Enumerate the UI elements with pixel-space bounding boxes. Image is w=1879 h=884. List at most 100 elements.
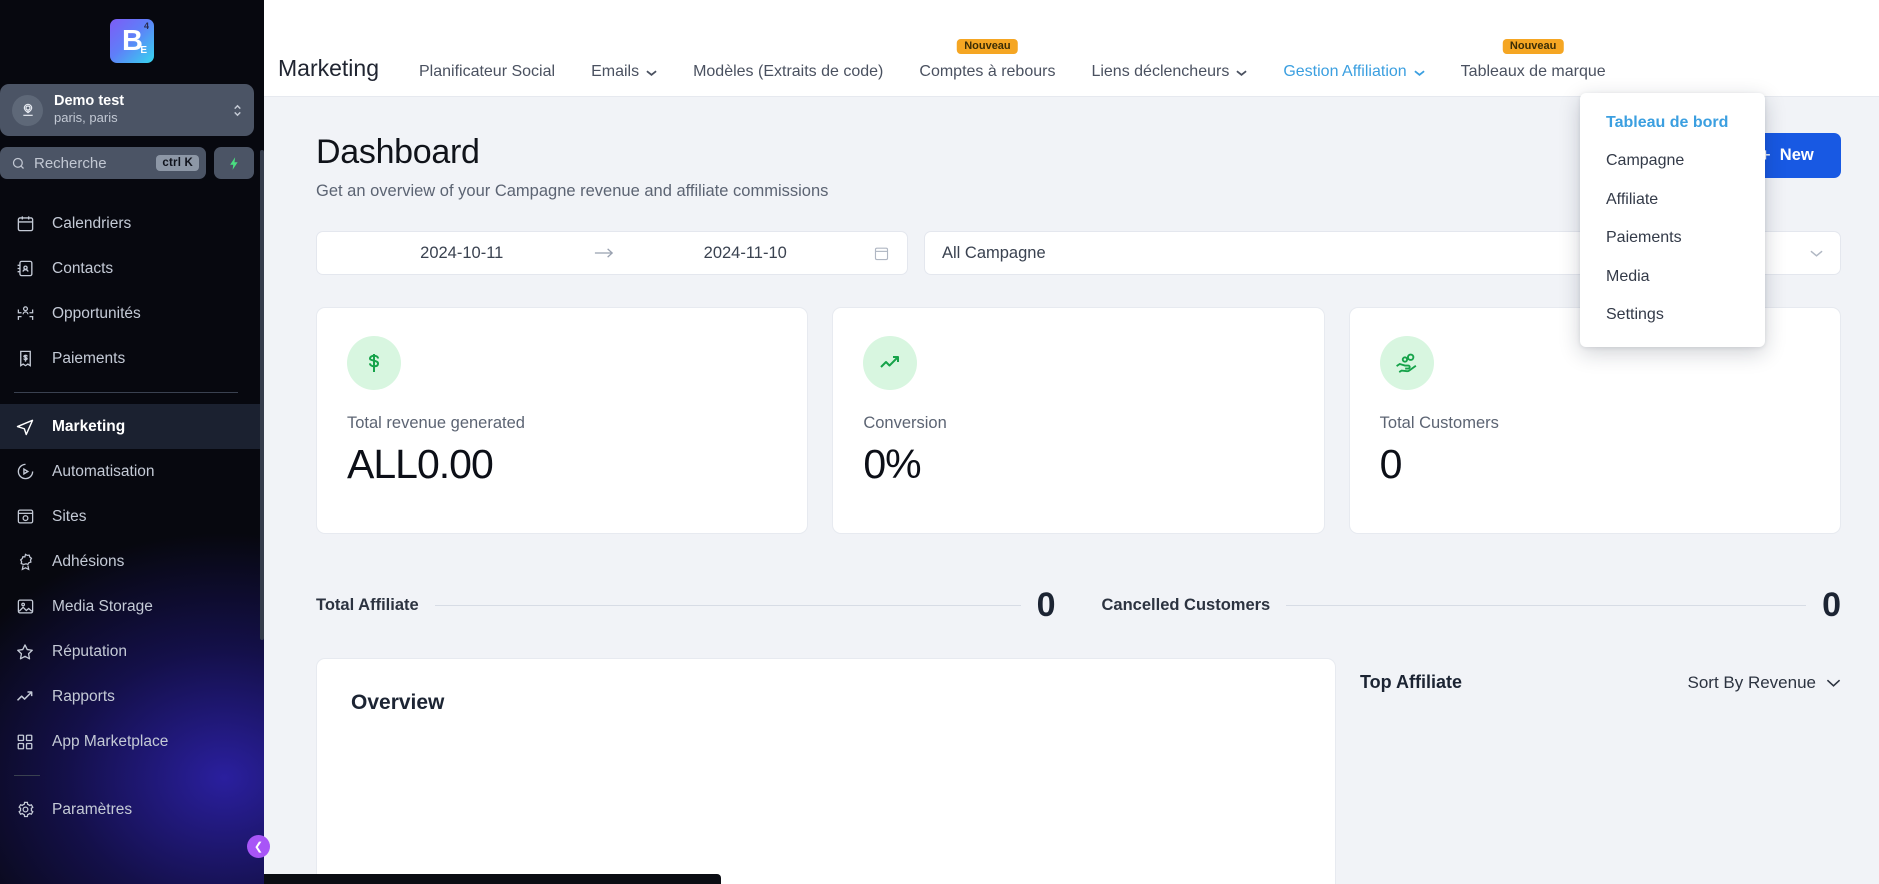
app-logo[interactable]: B E 4 — [0, 0, 264, 82]
mini-stat-total-affiliate: Total Affiliate 0 — [316, 588, 1056, 622]
sidebar-item-label: Calendriers — [52, 214, 132, 232]
mini-stat-cancelled-customers: Cancelled Customers 0 — [1102, 588, 1842, 622]
chevron-down-icon — [646, 69, 657, 77]
sidebar-item-label: Marketing — [52, 417, 126, 435]
sidebar-item-opportunites[interactable]: Opportunités — [0, 291, 264, 336]
tab-emails[interactable]: Emails — [573, 64, 675, 80]
campaign-select-value: All Campagne — [942, 243, 1046, 262]
chevron-down-icon — [1236, 69, 1247, 77]
sidebar-item-app-marketplace[interactable]: App Marketplace — [0, 719, 264, 764]
tab-modeles-extraits-de-code[interactable]: Modèles (Extraits de code) — [675, 64, 901, 80]
app-root: B E 4 Demo test paris, paris Recherche c… — [0, 0, 1879, 884]
gear-icon — [14, 799, 36, 821]
stat-card-label: Total revenue generated — [347, 414, 525, 432]
account-text: Demo test paris, paris — [54, 93, 220, 127]
top-affiliate-panel: Top Affiliate Sort By Revenue — [1360, 658, 1841, 693]
chevron-left-icon: ❮ — [253, 841, 264, 853]
badge-ribbon-icon — [14, 551, 36, 573]
menu-item-paiements[interactable]: Paiements — [1580, 219, 1765, 257]
sidebar-collapse-button[interactable]: ❮ — [247, 835, 270, 858]
sidebar-divider-bottom — [14, 775, 40, 776]
top-nav-title: Marketing — [278, 55, 379, 81]
star-icon — [14, 641, 36, 663]
search-input[interactable]: Recherche ctrl K — [0, 147, 206, 179]
contacts-book-icon — [14, 258, 36, 280]
dollar-sign-icon — [347, 336, 401, 390]
account-switcher[interactable]: Demo test paris, paris — [0, 84, 254, 136]
sort-by-revenue-select[interactable]: Sort By Revenue — [1687, 673, 1841, 693]
tab-tableaux-de-marque[interactable]: Nouveau Tableaux de marque — [1443, 39, 1624, 80]
stat-card-label: Conversion — [863, 414, 947, 432]
sidebar: B E 4 Demo test paris, paris Recherche c… — [0, 0, 264, 884]
arrow-right-icon — [590, 247, 618, 259]
sidebar-item-adhesions[interactable]: Adhésions — [0, 539, 264, 584]
search-row: Recherche ctrl K — [0, 147, 254, 179]
date-start-value: 2024-10-11 — [420, 243, 504, 262]
menu-item-affiliate[interactable]: Affiliate — [1580, 181, 1765, 219]
mini-stats-row: Total Affiliate 0 Cancelled Customers 0 — [264, 534, 1879, 622]
menu-item-campagne[interactable]: Campagne — [1580, 142, 1765, 180]
sidebar-item-calendriers[interactable]: Calendriers — [0, 201, 264, 246]
tab-comptes-a-rebours[interactable]: Nouveau Comptes à rebours — [901, 39, 1073, 80]
top-affiliate-header: Top Affiliate Sort By Revenue — [1360, 672, 1841, 693]
stat-card-conversion: Conversion 0% — [832, 307, 1325, 534]
account-name: Demo test — [54, 93, 125, 110]
top-navigation-items: Marketing Planificateur Social Emails Mo… — [278, 39, 1624, 81]
sidebar-item-label: Paiements — [52, 349, 126, 367]
sidebar-item-sites[interactable]: Sites — [0, 494, 264, 539]
tab-label: Tableaux de marque — [1460, 63, 1606, 80]
paper-plane-icon — [14, 416, 36, 438]
gestion-affiliation-dropdown: Tableau de bord Campagne Affiliate Paiem… — [1580, 93, 1765, 348]
menu-item-media[interactable]: Media — [1580, 258, 1765, 296]
menu-item-settings[interactable]: Settings — [1580, 296, 1765, 334]
sidebar-item-automatisation[interactable]: Automatisation — [0, 449, 264, 494]
search-icon — [11, 156, 26, 171]
sidebar-item-contacts[interactable]: Contacts — [0, 246, 264, 291]
bottom-overlay-bar — [264, 874, 721, 884]
logo-letter: B — [122, 24, 143, 57]
top-affiliate-title: Top Affiliate — [1360, 672, 1462, 692]
calendar-icon — [14, 213, 36, 235]
tab-label: Gestion Affiliation — [1283, 63, 1407, 80]
sites-window-icon — [14, 506, 36, 528]
sidebar-item-reputation[interactable]: Réputation — [0, 629, 264, 674]
trending-up-icon — [14, 686, 36, 708]
hand-coins-icon — [1379, 336, 1434, 390]
sidebar-item-label: Paramètres — [52, 800, 133, 818]
tab-liens-declencheurs[interactable]: Liens déclencheurs — [1073, 64, 1265, 80]
sidebar-item-rapports[interactable]: Rapports — [0, 674, 264, 719]
chevron-updown-icon — [231, 102, 244, 119]
location-pin-icon — [12, 94, 43, 126]
sidebar-item-media-storage[interactable]: Media Storage — [0, 584, 264, 629]
date-end-value: 2024-11-10 — [703, 243, 787, 262]
status-badge: Nouveau — [957, 39, 1018, 54]
payments-icon — [14, 348, 36, 370]
sidebar-item-parametres[interactable]: Paramètres — [0, 787, 264, 832]
stat-card-label: Total Customers — [1379, 414, 1499, 432]
chevron-down-icon — [1810, 249, 1823, 258]
sidebar-item-label: Sites — [52, 507, 87, 525]
tab-gestion-affiliation[interactable]: Gestion Affiliation — [1265, 64, 1442, 80]
sidebar-item-label: Media Storage — [52, 597, 153, 615]
tab-label: Liens déclencheurs — [1091, 63, 1230, 80]
menu-item-tableau-de-bord[interactable]: Tableau de bord — [1580, 104, 1765, 142]
sidebar-item-label: Automatisation — [52, 462, 155, 480]
tab-planificateur-social[interactable]: Planificateur Social — [401, 64, 573, 80]
calendar-icon[interactable] — [873, 245, 890, 262]
image-icon — [14, 596, 36, 618]
logo-corner-number: 4 — [143, 21, 149, 31]
top-navigation: Marketing Planificateur Social Emails Mo… — [264, 0, 1879, 97]
overview-card: Overview — [316, 658, 1336, 884]
sidebar-item-marketing[interactable]: Marketing — [0, 404, 264, 449]
sidebar-item-label: Adhésions — [52, 552, 125, 570]
chevron-down-icon — [1414, 69, 1425, 77]
search-shortcut: ctrl K — [156, 155, 199, 171]
sparkle-icon[interactable] — [214, 147, 254, 179]
sidebar-item-paiements[interactable]: Paiements — [0, 336, 264, 381]
date-range-picker[interactable]: 2024-10-11 2024-11-10 — [316, 231, 908, 275]
tab-label: Emails — [591, 63, 640, 80]
sidebar-item-label: Contacts — [52, 259, 114, 277]
lower-row: Overview Top Affiliate Sort By Revenue — [264, 622, 1879, 884]
account-location: paris, paris — [54, 109, 118, 125]
chevron-down-icon — [1826, 678, 1841, 688]
